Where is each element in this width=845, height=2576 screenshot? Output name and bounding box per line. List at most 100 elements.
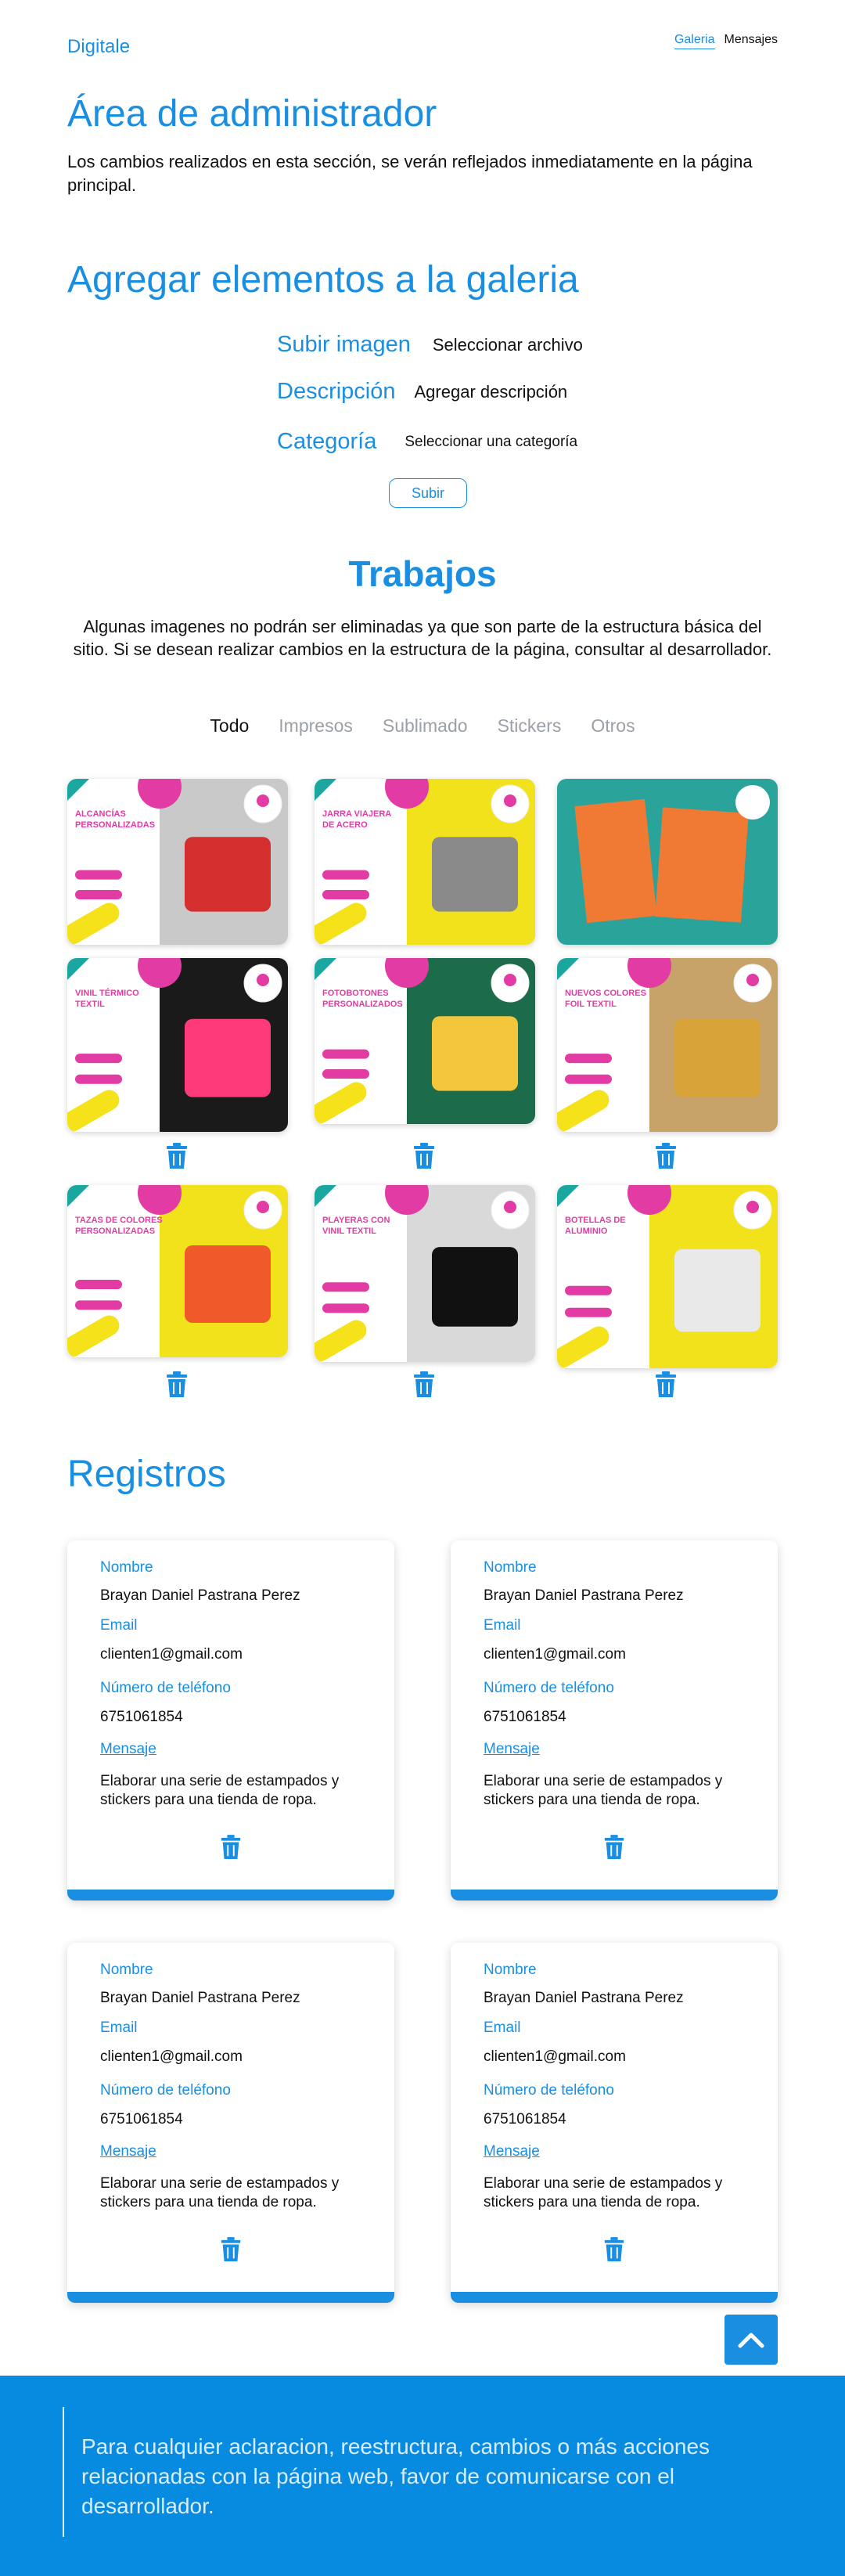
nav-galeria[interactable]: Galeria [674,33,715,49]
name-label: Nombre [484,1559,537,1576]
filter-sublimado[interactable]: Sublimado [383,715,468,737]
trash-icon [604,1835,624,1859]
file-input[interactable]: Seleccionar archivo [433,335,583,355]
filter-otros[interactable]: Otros [591,715,635,737]
delete-image-button[interactable] [412,1143,437,1169]
category-filters: Todo Impresos Sublimado Stickers Otros [0,715,845,737]
delete-record-button[interactable] [602,1834,626,1861]
gallery-item-title: TAZAS DE COLORES [75,1216,163,1225]
records-title: Registros [67,1454,226,1495]
delete-record-button[interactable] [219,1834,243,1861]
gallery-item[interactable]: FOTOBOTONES PERSONALIZADOS [315,958,535,1124]
message-value: Elaborar una serie de estampados y stick… [100,1773,340,1808]
gallery-item[interactable]: JARRA VIAJERA DE ACERO [315,779,535,945]
gallery-image: PLAYERAS CON VINIL TEXTIL [315,1185,535,1362]
name-value: Brayan Daniel Pastrana Perez [484,1990,684,2006]
gallery-item-title: JARRA VIAJERA [322,809,391,819]
name-label: Nombre [100,1559,153,1576]
gallery-image: FOTOBOTONES PERSONALIZADOS [315,958,535,1124]
gallery-item-title: ALCANCÍAS [75,809,126,819]
delete-image-button[interactable] [412,1371,437,1398]
gallery-item[interactable]: PLAYERAS CON VINIL TEXTIL [315,1185,535,1362]
email-value[interactable]: clienten1@gmail.com [100,1646,243,1663]
email-value[interactable]: clienten1@gmail.com [484,2048,626,2066]
nav-mensajes[interactable]: Mensajes [725,33,778,49]
gallery-item-title: BOTELLAS DE [565,1216,626,1225]
footer: Para cualquier aclaracion, reestructura,… [0,2376,845,2576]
card-accent-bar [451,2292,778,2303]
filter-todo[interactable]: Todo [210,715,249,737]
gallery-item-title: NUEVOS COLORES [565,989,646,998]
message-label: Mensaje [100,1741,156,1757]
card-accent-bar [451,1890,778,1900]
description-row: Descripción Agregar descripción [277,379,567,405]
chevron-up-icon [738,2333,764,2348]
description-input[interactable]: Agregar descripción [415,382,568,402]
message-value: Elaborar una serie de estampados y stick… [484,1773,723,1808]
gallery-item[interactable] [557,779,778,945]
gallery-item[interactable]: BOTELLAS DE ALUMINIO [557,1185,778,1368]
gallery-image: BOTELLAS DE ALUMINIO [557,1185,778,1368]
submit-button[interactable]: Subir [389,478,467,508]
name-value: Brayan Daniel Pastrana Perez [100,1990,300,2006]
email-label: Email [484,1617,521,1634]
form-title: Agregar elementos a la galeria [67,259,579,301]
upload-row: Subir imagen Seleccionar archivo [277,332,583,358]
message-label: Mensaje [100,2143,156,2160]
name-value: Brayan Daniel Pastrana Perez [484,1587,684,1604]
phone-value: 6751061854 [484,2111,566,2127]
description-label: Descripción [277,379,396,404]
gallery-item[interactable]: ALCANCÍAS PERSONALIZADAS [67,779,288,945]
brand-logo[interactable]: Digitale [67,36,130,58]
trash-icon [221,2237,241,2261]
trash-icon [656,1143,676,1169]
filter-stickers[interactable]: Stickers [498,715,562,737]
gallery-item-title: PLAYERAS CON [322,1216,390,1225]
card-accent-bar [67,2292,394,2303]
email-label: Email [484,2019,521,2036]
main-nav: Galeria Mensajes [674,33,778,49]
trash-icon [656,1371,676,1397]
gallery-item-title: FOTOBOTONES [322,989,389,998]
delete-image-button[interactable] [653,1143,678,1169]
record-card: Nombre Brayan Daniel Pastrana Perez Emai… [451,1540,778,1900]
delete-image-button[interactable] [164,1143,189,1169]
trash-icon [414,1143,434,1169]
record-card: Nombre Brayan Daniel Pastrana Perez Emai… [451,1943,778,2303]
delete-image-button[interactable] [164,1371,189,1398]
gallery-item[interactable]: TAZAS DE COLORES PERSONALIZADAS [67,1185,288,1357]
phone-label: Número de teléfono [100,2082,231,2099]
gallery-item[interactable]: NUEVOS COLORES FOIL TEXTIL [557,958,778,1132]
scroll-top-button[interactable] [725,2315,778,2365]
message-label: Mensaje [484,1741,540,1757]
delete-record-button[interactable] [219,2236,243,2263]
gallery-item-title: TEXTIL [75,1000,105,1009]
record-card: Nombre Brayan Daniel Pastrana Perez Emai… [67,1943,394,2303]
email-value[interactable]: clienten1@gmail.com [484,1646,626,1663]
card-accent-bar [67,1890,394,1900]
page-title: Área de administrador [67,93,437,135]
gallery-image [557,779,778,945]
record-card: Nombre Brayan Daniel Pastrana Perez Emai… [67,1540,394,1900]
filter-impresos[interactable]: Impresos [279,715,353,737]
trash-icon [167,1371,187,1397]
trash-icon [167,1143,187,1169]
footer-text: Para cualquier aclaracion, reestructura,… [81,2434,710,2518]
phone-label: Número de teléfono [484,1680,614,1696]
email-value[interactable]: clienten1@gmail.com [100,2048,243,2066]
trash-icon [414,1371,434,1397]
top-header: Digitale Galeria Mensajes [67,31,778,63]
phone-label: Número de teléfono [100,1680,231,1696]
email-label: Email [100,2019,138,2036]
delete-image-button[interactable] [653,1371,678,1398]
phone-label: Número de teléfono [484,2082,614,2099]
gallery-image: NUEVOS COLORES FOIL TEXTIL [557,958,778,1132]
gallery-item-title: PERSONALIZADOS [322,1000,403,1009]
category-select[interactable]: Seleccionar una categoría [405,434,577,451]
category-row: Categoría Seleccionar una categoría [277,429,577,455]
message-value: Elaborar una serie de estampados y stick… [484,2175,723,2210]
trash-icon [221,1835,241,1859]
gallery-item-title: ALUMINIO [565,1227,608,1236]
gallery-item[interactable]: VINIL TÉRMICO TEXTIL [67,958,288,1132]
delete-record-button[interactable] [602,2236,626,2263]
